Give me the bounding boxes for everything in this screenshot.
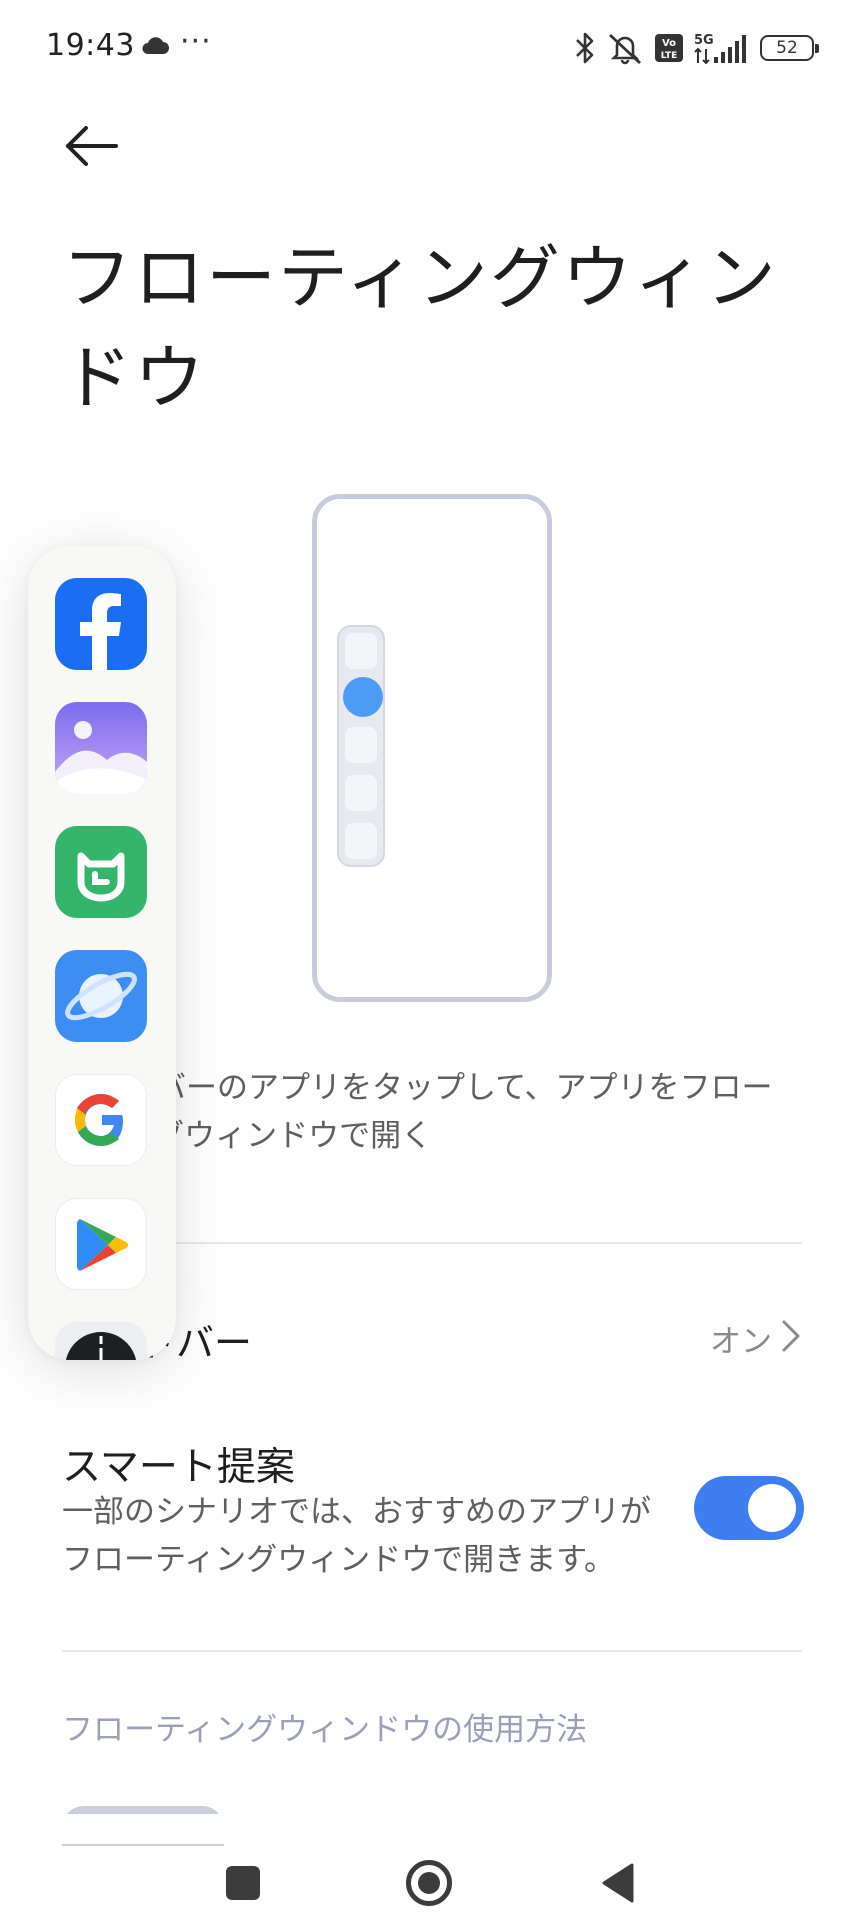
battery-icon: 52 bbox=[760, 35, 819, 61]
usage-section-title: フローティングウィンドウの使用方法 bbox=[62, 1712, 588, 1748]
5g-signal-icon: 5G bbox=[694, 33, 746, 65]
bottom-fade bbox=[0, 1814, 864, 1844]
cloud-icon bbox=[142, 37, 169, 54]
svg-text:Vo: Vo bbox=[662, 38, 676, 49]
status-bar: 19:43 ··· Vo LTE 5G 52 bbox=[0, 0, 864, 96]
floating-sidebar[interactable] bbox=[28, 546, 176, 1360]
navigation-bar bbox=[0, 1844, 864, 1920]
battery-level: 52 bbox=[776, 38, 798, 58]
volte-icon: Vo LTE bbox=[655, 34, 683, 62]
clock-icon[interactable] bbox=[55, 1322, 147, 1360]
gallery-icon[interactable] bbox=[55, 702, 147, 794]
illustration-slot bbox=[345, 823, 377, 859]
illustration-slot bbox=[345, 727, 377, 763]
chevron-right-icon bbox=[782, 1320, 800, 1352]
illustration-active-dot bbox=[343, 677, 383, 717]
smart-suggestion-description: 一部のシナリオでは、おすすめのアプリがフローティングウィンドウで開きます。 bbox=[62, 1494, 651, 1578]
smart-suggestion-title: スマート提案 bbox=[62, 1445, 295, 1490]
smart-suggestion-toggle[interactable] bbox=[694, 1476, 804, 1540]
back-arrow-button[interactable] bbox=[60, 120, 124, 184]
toggle-knob bbox=[748, 1484, 796, 1532]
arrow-left-icon bbox=[66, 126, 118, 166]
recents-button[interactable] bbox=[226, 1866, 260, 1900]
status-icons: Vo LTE 5G 52 bbox=[574, 28, 819, 68]
google-icon[interactable] bbox=[55, 1074, 147, 1166]
illustration-slot bbox=[345, 633, 377, 669]
svg-text:5G: 5G bbox=[694, 33, 714, 48]
sidebar-setting-value: オン bbox=[710, 1324, 772, 1360]
mi-home-icon[interactable] bbox=[55, 826, 147, 918]
svg-text:LTE: LTE bbox=[661, 51, 678, 61]
more-notifications-icon: ··· bbox=[180, 24, 212, 59]
play-store-icon[interactable] bbox=[55, 1198, 147, 1290]
home-button[interactable] bbox=[406, 1860, 452, 1906]
illustration-slot bbox=[345, 775, 377, 811]
floating-window-illustration bbox=[312, 494, 552, 1002]
facebook-icon[interactable] bbox=[55, 578, 147, 670]
bluetooth-icon bbox=[576, 32, 594, 64]
mute-icon bbox=[609, 33, 641, 65]
page-title: フローティングウィンドウ bbox=[62, 237, 778, 419]
back-triangle-button[interactable] bbox=[600, 1862, 636, 1904]
status-time: 19:43 bbox=[46, 28, 135, 63]
divider bbox=[62, 1650, 802, 1652]
browser-icon[interactable] bbox=[55, 950, 147, 1042]
illustration-sidebar bbox=[337, 625, 385, 867]
